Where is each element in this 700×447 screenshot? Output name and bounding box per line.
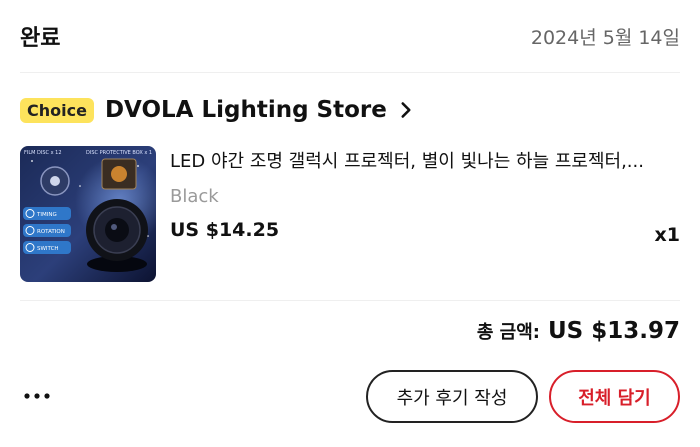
thumb-film-label: FILM DISC x 12 <box>24 150 62 156</box>
total-amount: US $13.97 <box>547 318 680 344</box>
divider-top <box>20 72 680 73</box>
product-quantity: x1 <box>654 224 680 246</box>
store-link[interactable]: Choice DVOLA Lighting Store <box>20 93 419 127</box>
product-title[interactable]: LED 야간 조명 갤럭시 프로젝터, 별이 빛나는 하늘 프로젝터,... <box>170 146 680 178</box>
thumb-timing-label: TIMING <box>36 212 57 218</box>
order-date: 2024년 5월 14일 <box>530 26 680 49</box>
store-name: DVOLA Lighting Store <box>104 97 387 123</box>
product-info: LED 야간 조명 갤럭시 프로젝터, 별이 빛나는 하늘 프로젝터,... B… <box>170 146 680 246</box>
more-dots-icon[interactable] <box>22 378 62 414</box>
thumb-disc-label: DISC PROTECTIVE BOX x 1 <box>86 150 152 156</box>
divider-bottom <box>20 300 680 301</box>
write-review-button[interactable]: 추가 후기 작성 <box>366 370 538 423</box>
total-label: 총 금액: <box>476 322 540 343</box>
order-header: 완료 2024년 5월 14일 <box>20 18 680 54</box>
thumb-switch-label: SWITCH <box>37 246 59 252</box>
product-thumbnail[interactable]: FILM DISC x 12 DISC PROTECTIVE BOX x 1 T… <box>20 146 156 282</box>
add-all-to-cart-button[interactable]: 전체 담기 <box>549 370 680 423</box>
product-variant: Black <box>170 186 219 207</box>
order-item[interactable]: FILM DISC x 12 DISC PROTECTIVE BOX x 1 T… <box>20 146 680 282</box>
thumb-rotation-label: ROTATION <box>37 229 65 235</box>
choice-badge: Choice <box>20 97 94 123</box>
order-status: 완료 <box>20 26 61 51</box>
chevron-right-icon <box>401 102 411 118</box>
order-total: 총 금액: US $13.97 <box>477 318 680 354</box>
product-price: US $14.25 <box>170 219 280 241</box>
